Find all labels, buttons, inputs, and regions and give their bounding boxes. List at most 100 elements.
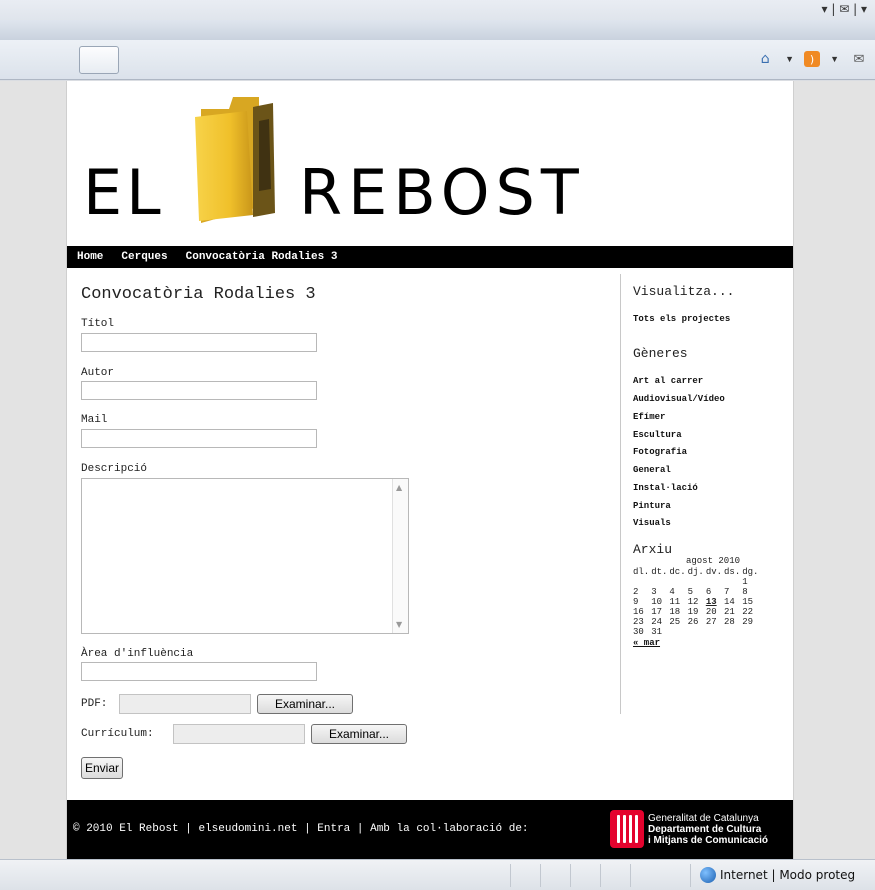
calendar-day	[724, 577, 742, 587]
genere-link[interactable]: General	[633, 465, 671, 475]
genere-link[interactable]: Fotografia	[633, 447, 687, 457]
logo-text-rebost: REBOST	[299, 156, 585, 229]
archive-calendar: agost 2010 dl. dt. dc. dj. dv. ds. dg. 1…	[633, 556, 793, 648]
calendar-prev-link[interactable]: « mar	[633, 638, 793, 648]
nav-item-cerques[interactable]: Cerques	[121, 251, 167, 263]
calendar-week: 30 31	[633, 627, 760, 637]
scroll-up-icon[interactable]: ▲	[396, 483, 402, 492]
calendar-day[interactable]: 28	[724, 617, 742, 627]
textarea-scrollbar[interactable]: ▲ ▼	[392, 479, 408, 633]
footer-separator: |	[350, 823, 371, 835]
calendar-day[interactable]: 3	[651, 587, 669, 597]
status-separator	[540, 864, 541, 887]
calendar-day[interactable]: 4	[669, 587, 687, 597]
site-logo[interactable]: EL REBOST	[67, 81, 793, 246]
calendar-day[interactable]: 19	[688, 607, 706, 617]
main-nav: Home Cerques Convocatòria Rodalies 3	[67, 246, 793, 268]
footer-text: © 2010 El Rebost | elseudomini.net | Ent…	[73, 823, 529, 835]
calendar-day	[688, 577, 706, 587]
arxiu-heading: Arxiu	[633, 542, 673, 557]
calendar-day[interactable]: 24	[651, 617, 669, 627]
calendar-day[interactable]: 13	[706, 597, 724, 607]
calendar-day[interactable]: 22	[742, 607, 760, 617]
calendar-day[interactable]: 21	[724, 607, 742, 617]
calendar-day[interactable]: 20	[706, 607, 724, 617]
rss-icon[interactable]: )	[804, 51, 821, 67]
browser-statusbar: Internet | Modo proteg	[0, 859, 875, 890]
curriculum-label: Currículum:	[81, 728, 154, 740]
calendar-day[interactable]: 10	[651, 597, 669, 607]
descripcio-textarea[interactable]	[81, 478, 409, 634]
page-title: Convocatòria Rodalies 3	[81, 285, 316, 304]
calendar-day[interactable]: 23	[633, 617, 651, 627]
generalitat-logo-icon[interactable]	[610, 810, 644, 848]
generalitat-line2: Departament de Cultura	[648, 824, 762, 835]
calendar-day[interactable]: 2	[633, 587, 651, 597]
calendar-day	[669, 627, 687, 637]
calendar-day[interactable]: 7	[724, 587, 742, 597]
calendar-day[interactable]: 15	[742, 597, 760, 607]
mail-icon[interactable]: ✉	[849, 49, 869, 69]
scroll-down-icon[interactable]: ▼	[396, 620, 402, 629]
titol-input[interactable]	[81, 333, 317, 352]
calendar-days: 1 2 3 4 5 6 7 8 9 10 11 12 13 14 15 16 17 18 19 20 21 22 23 24 2…	[633, 577, 760, 637]
calendar-day	[706, 577, 724, 587]
genere-link[interactable]: Efímer	[633, 412, 665, 422]
calendar-day[interactable]: 30	[633, 627, 651, 637]
calendar-day	[706, 627, 724, 637]
submit-button[interactable]: Enviar	[81, 757, 123, 779]
status-separator	[510, 864, 511, 887]
sidebar-link-tots[interactable]: Tots els projectes	[633, 314, 730, 324]
pdf-browse-button[interactable]: Examinar...	[257, 694, 353, 714]
calendar-day[interactable]: 9	[633, 597, 651, 607]
calendar-day[interactable]: 1	[742, 577, 760, 587]
footer: © 2010 El Rebost | elseudomini.net | Ent…	[67, 800, 793, 859]
home-icon[interactable]: ⌂	[755, 49, 775, 69]
calendar-day[interactable]: 31	[651, 627, 669, 637]
calendar-day[interactable]: 29	[742, 617, 760, 627]
genere-link[interactable]: Escultura	[633, 430, 682, 440]
genere-link[interactable]: Instal·lació	[633, 483, 698, 493]
browser-new-tab[interactable]	[79, 46, 119, 74]
browser-top-gradient	[0, 20, 875, 40]
calendar-day[interactable]: 18	[669, 607, 687, 617]
sidebar: Visualitza... Tots els projectes Gèneres…	[620, 274, 793, 714]
calendar-day[interactable]: 6	[706, 587, 724, 597]
genere-link[interactable]: Audiovisual/Vídeo	[633, 394, 725, 404]
nav-item-convocatoria[interactable]: Convocatòria Rodalies 3	[186, 251, 338, 263]
genere-link[interactable]: Visuals	[633, 518, 671, 528]
footer-copyright: © 2010 El Rebost	[73, 823, 179, 835]
nav-item-home[interactable]: Home	[77, 251, 103, 263]
descripcio-label: Descripció	[81, 463, 148, 475]
mail-input[interactable]	[81, 429, 317, 448]
browser-top-icons[interactable]: ▾ | ✉ | ▾	[822, 2, 867, 16]
logo-text-el: EL	[83, 156, 165, 229]
titol-label: Títol	[81, 318, 115, 330]
curriculum-file-field[interactable]	[173, 724, 305, 744]
rss-dropdown-icon[interactable]: ▼	[830, 54, 839, 64]
calendar-day[interactable]: 12	[688, 597, 706, 607]
pdf-file-field[interactable]	[119, 694, 251, 714]
generalitat-text[interactable]: Generalitat de Catalunya Departament de …	[648, 813, 768, 846]
footer-entra-link[interactable]: Entra	[317, 823, 350, 835]
curriculum-browse-button[interactable]: Examinar...	[311, 724, 407, 744]
calendar-day[interactable]: 26	[688, 617, 706, 627]
globe-icon	[700, 867, 716, 883]
calendar-caption: agost 2010	[685, 556, 740, 566]
calendar-day[interactable]: 25	[669, 617, 687, 627]
genere-link[interactable]: Pintura	[633, 501, 671, 511]
home-dropdown-icon[interactable]: ▼	[785, 54, 794, 64]
genere-link[interactable]: Art al carrer	[633, 376, 703, 386]
calendar-day[interactable]: 27	[706, 617, 724, 627]
security-zone[interactable]: Internet | Modo proteg	[700, 867, 855, 883]
autor-input[interactable]	[81, 381, 317, 400]
calendar-day[interactable]: 11	[669, 597, 687, 607]
calendar-day[interactable]: 14	[724, 597, 742, 607]
footer-domain-link[interactable]: elseudomini.net	[198, 823, 297, 835]
folder-icon	[195, 97, 275, 223]
calendar-day[interactable]: 17	[651, 607, 669, 617]
calendar-day[interactable]: 5	[688, 587, 706, 597]
area-input[interactable]	[81, 662, 317, 681]
calendar-day[interactable]: 8	[742, 587, 760, 597]
calendar-day[interactable]: 16	[633, 607, 651, 617]
